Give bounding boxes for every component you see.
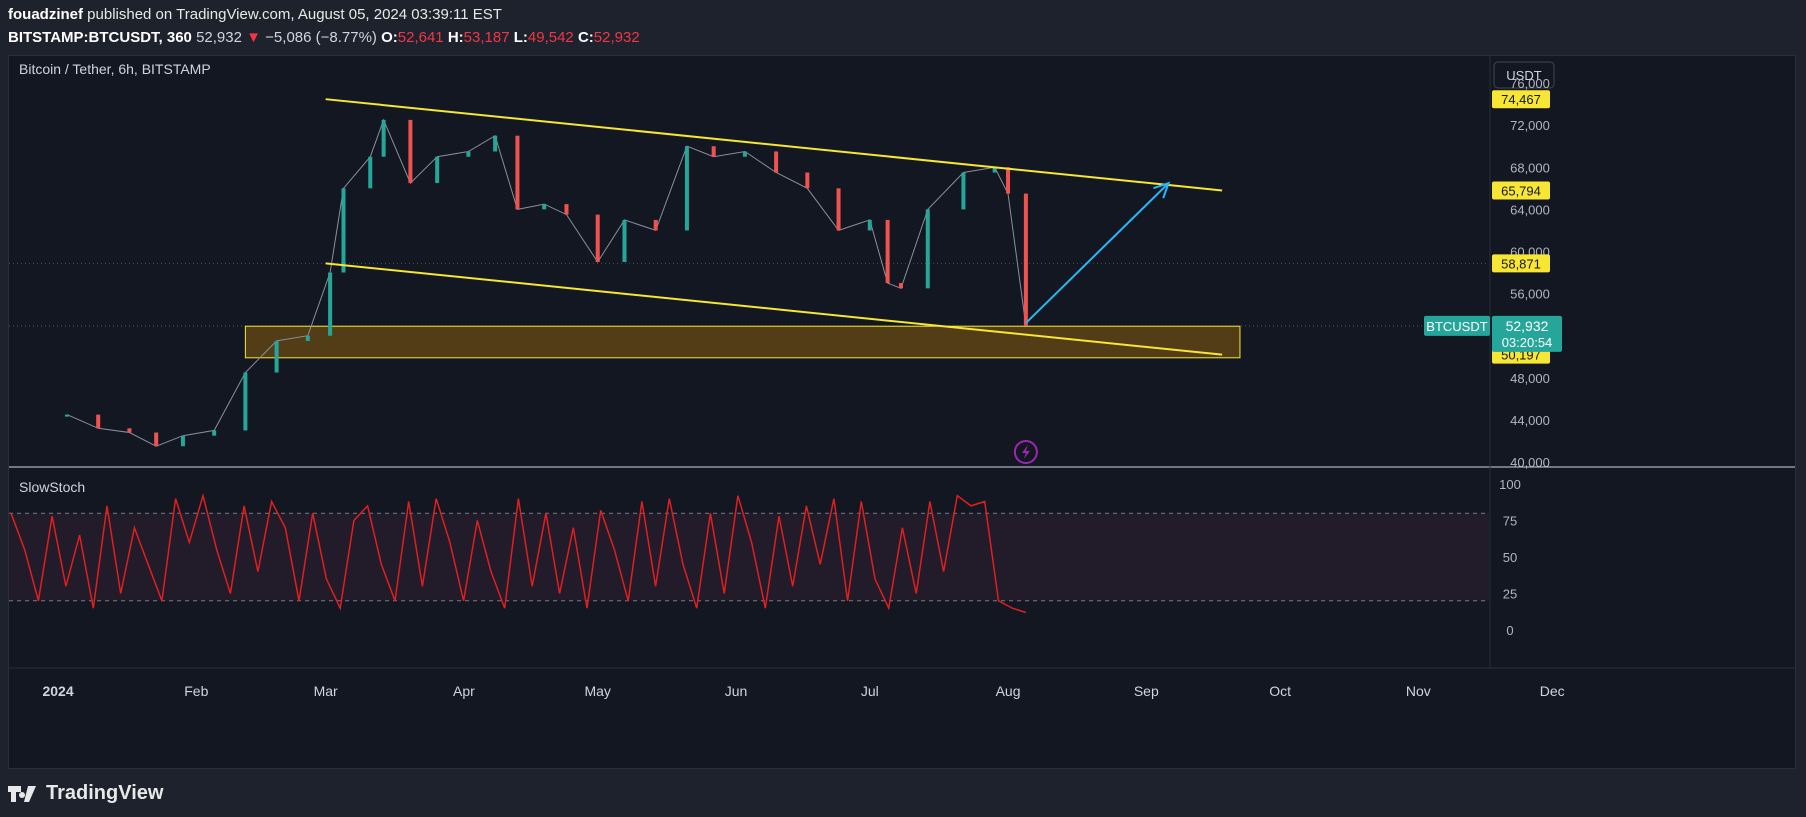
tradingview-logo-icon: [8, 785, 36, 802]
low-value: 49,542: [527, 29, 574, 46]
price-candle: [595, 214, 600, 262]
time-tick-label: Oct: [1269, 683, 1291, 699]
high-label: H:: [447, 29, 464, 46]
stoch-tick-label: 25: [1503, 587, 1517, 602]
time-tick-label: Sep: [1134, 683, 1159, 699]
time-tick-label: May: [584, 683, 610, 699]
price-tick-label: 64,000: [1510, 202, 1550, 217]
time-tick-label: Apr: [453, 683, 475, 699]
price-tick-label: 44,000: [1510, 413, 1550, 428]
publish-header: fouadzinef published on TradingView.com,…: [8, 6, 502, 23]
price-candle: [493, 135, 498, 152]
price-candle: [408, 119, 413, 184]
open-label: O:: [381, 29, 398, 46]
price-tick-label: 48,000: [1510, 371, 1550, 386]
time-tick-label: Jun: [725, 683, 748, 699]
time-tick-label: Nov: [1406, 683, 1431, 699]
close-label: C:: [577, 29, 594, 46]
price-candle: [368, 156, 373, 189]
price-candle: [1023, 193, 1028, 326]
price-candle: [742, 151, 747, 157]
high-value: 53,187: [463, 29, 510, 46]
price-tick-label: 68,000: [1510, 160, 1550, 175]
price-candle: [622, 219, 627, 262]
symbol-tag-label: BTCUSDT: [1426, 319, 1487, 334]
price-tick-label: 40,000: [1510, 455, 1550, 470]
time-tick-label: Jul: [861, 683, 879, 699]
last-price: 52,932: [196, 29, 242, 46]
last-price-label: 52,932: [1506, 318, 1549, 334]
author-name[interactable]: fouadzinef: [8, 6, 83, 23]
price-tag-label: 74,467: [1501, 92, 1541, 107]
price-candle: [899, 283, 903, 289]
price-pane: [9, 56, 1489, 466]
price-candle: [925, 209, 930, 289]
price-candle: [885, 219, 890, 284]
price-candle: [381, 119, 386, 157]
time-tick-label: Mar: [314, 683, 338, 699]
chart-canvas[interactable]: Bitcoin / Tether, 6h, BITSTAMP SlowStoch…: [9, 56, 1795, 768]
price-candle: [711, 146, 716, 157]
price-candle: [274, 340, 279, 373]
stoch-tick-label: 50: [1503, 550, 1517, 565]
price-candle: [836, 188, 841, 231]
price-candle: [305, 335, 310, 341]
price-candle: [435, 156, 440, 184]
price-tag-label: 65,794: [1501, 183, 1541, 198]
price-candle: [774, 151, 779, 173]
price-candle: [867, 219, 872, 231]
change-value: −5,086 (−8.77%): [265, 29, 377, 46]
chart-frame[interactable]: Bitcoin / Tether, 6h, BITSTAMP SlowStoch…: [8, 55, 1796, 769]
price-tick-label: 56,000: [1510, 287, 1550, 302]
chart-title: Bitcoin / Tether, 6h, BITSTAMP: [19, 61, 211, 77]
price-candle: [684, 146, 689, 231]
symbol-header: BITSTAMP:BTCUSDT, 360 52,932 ▼ −5,086 (−…: [8, 29, 640, 46]
low-label: L:: [513, 29, 528, 46]
tradingview-logo[interactable]: TradingView: [8, 782, 163, 805]
price-tag-label: 58,871: [1501, 256, 1541, 271]
time-tick-label: Aug: [996, 683, 1021, 699]
price-candle: [243, 372, 248, 431]
price-candle: [653, 219, 658, 231]
open-value: 52,641: [397, 29, 444, 46]
price-candle: [96, 414, 101, 429]
time-tick-label: Dec: [1540, 683, 1565, 699]
price-candle: [1006, 167, 1011, 194]
price-tick-label: 76,000: [1510, 76, 1550, 91]
price-candle: [466, 151, 471, 157]
price-candle: [64, 414, 69, 417]
close-value: 52,932: [593, 29, 640, 46]
stoch-tick-label: 100: [1499, 477, 1521, 492]
price-candle: [805, 172, 810, 189]
symbol-label: BITSTAMP:BTCUSDT, 360: [8, 29, 192, 46]
time-tick-label: Feb: [184, 683, 208, 699]
price-candle: [564, 204, 569, 215]
countdown-label: 03:20:54: [1502, 335, 1553, 350]
price-candle: [180, 435, 185, 447]
published-text: published on TradingView.com, August 05,…: [83, 6, 502, 23]
symbol-tag: BTCUSDT: [1424, 315, 1490, 336]
price-candle: [542, 204, 547, 210]
stoch-tick-label: 75: [1503, 514, 1517, 529]
change-down-icon: ▼: [246, 29, 261, 46]
price-candle: [961, 172, 966, 210]
price-candle: [328, 272, 333, 336]
time-axis: 2024 Feb Mar Apr May Jun Jul Aug Sep Oct Nov Dec: [9, 667, 1795, 699]
price-candle: [341, 188, 346, 273]
time-tick-label: 2024: [42, 683, 73, 699]
price-candle: [212, 430, 217, 436]
indicator-title: SlowStoch: [19, 479, 85, 495]
price-plot-bg: [9, 56, 1489, 466]
price-candle: [127, 428, 132, 433]
price-tick-label: 72,000: [1510, 118, 1550, 133]
price-candle: [154, 432, 159, 447]
price-candle: [515, 135, 520, 210]
stoch-pane: [9, 466, 1795, 614]
stoch-tick-label: 0: [1506, 623, 1513, 638]
